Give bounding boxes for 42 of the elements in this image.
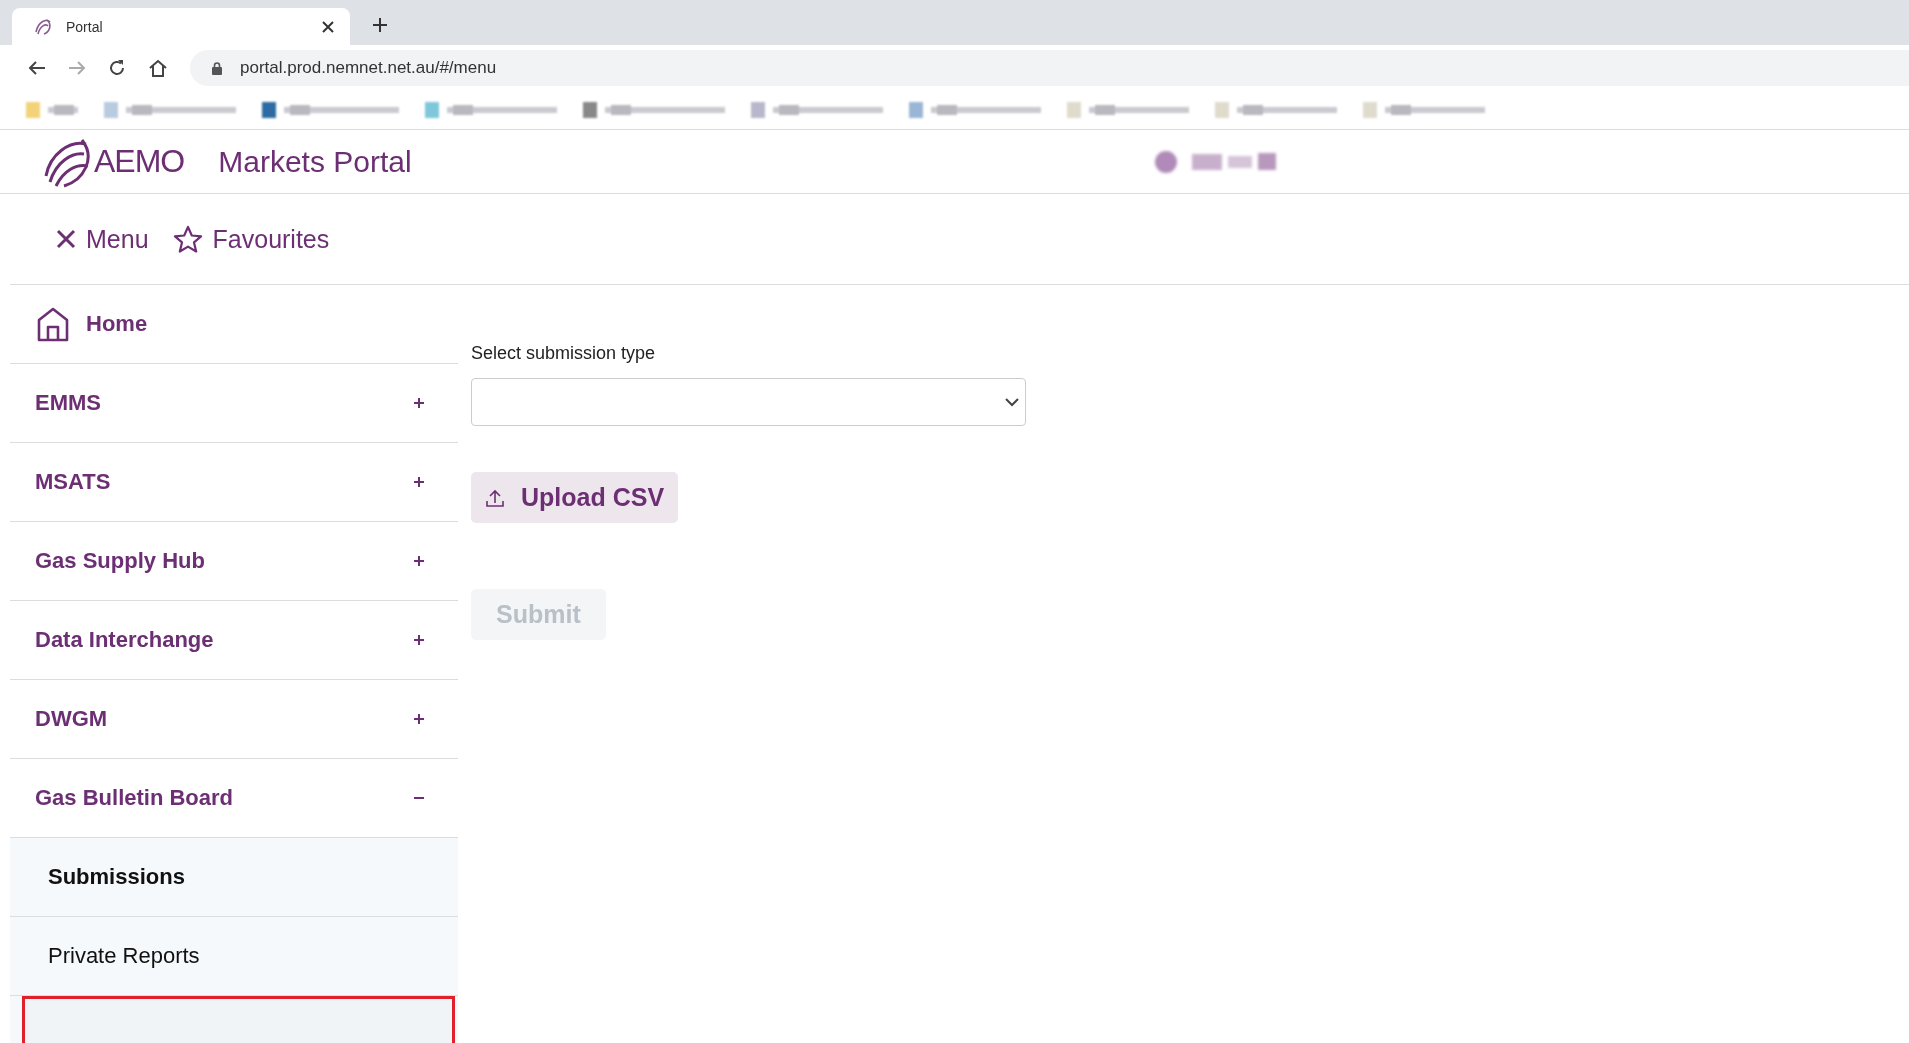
app-title: Markets Portal bbox=[218, 144, 412, 179]
section-label: EMMS bbox=[35, 390, 101, 416]
star-icon bbox=[172, 225, 203, 253]
section-label: MSATS bbox=[35, 469, 111, 495]
menu-section[interactable]: Data Interchange bbox=[10, 601, 458, 680]
tab-title: Portal bbox=[66, 18, 103, 35]
section-label: Data Interchange bbox=[35, 627, 214, 653]
section-label: Gas Bulletin Board bbox=[35, 785, 234, 811]
upload-icon bbox=[485, 487, 505, 508]
back-arrow-icon[interactable] bbox=[28, 60, 46, 76]
plus-icon bbox=[414, 398, 424, 408]
menu-button[interactable]: Menu bbox=[56, 224, 149, 254]
submenu-item[interactable]: Private Reports bbox=[10, 917, 458, 996]
swirl-icon bbox=[34, 17, 54, 36]
home-label: Home bbox=[86, 311, 148, 337]
plus-icon bbox=[414, 556, 424, 566]
reload-icon[interactable] bbox=[108, 59, 126, 77]
address-bar[interactable]: portal.prod.nemnet.net.au/#/menu bbox=[190, 50, 1909, 86]
plus-icon bbox=[414, 714, 424, 724]
lock-icon bbox=[212, 61, 222, 75]
plus-icon[interactable] bbox=[372, 17, 388, 33]
menu-section[interactable]: MSATS bbox=[10, 443, 458, 522]
section-label: Gas Supply Hub bbox=[35, 548, 205, 574]
home-icon[interactable] bbox=[148, 59, 168, 77]
home-menu-item[interactable]: Home bbox=[10, 285, 458, 364]
url-text: portal.prod.nemnet.net.au/#/menu bbox=[240, 58, 497, 78]
logo-text: AEMO bbox=[94, 143, 185, 180]
chevron-down-icon bbox=[1005, 397, 1019, 407]
home-icon bbox=[36, 306, 70, 342]
close-icon[interactable] bbox=[322, 20, 334, 33]
menu-section[interactable]: EMMS bbox=[10, 364, 458, 443]
field-label: Select submission type bbox=[471, 343, 656, 364]
menu-section[interactable]: DWGM bbox=[10, 680, 458, 759]
plus-icon bbox=[414, 477, 424, 487]
submenu-item[interactable]: Submissions bbox=[10, 838, 458, 917]
favourites-button[interactable]: Favourites bbox=[172, 224, 330, 254]
menu-section[interactable]: Gas Supply Hub bbox=[10, 522, 458, 601]
section-label: DWGM bbox=[35, 706, 108, 732]
close-icon bbox=[56, 229, 76, 249]
upload-csv-button[interactable]: Upload CSV bbox=[471, 472, 679, 523]
browser-tab[interactable]: Portal bbox=[12, 8, 350, 45]
plus-icon bbox=[414, 635, 424, 645]
